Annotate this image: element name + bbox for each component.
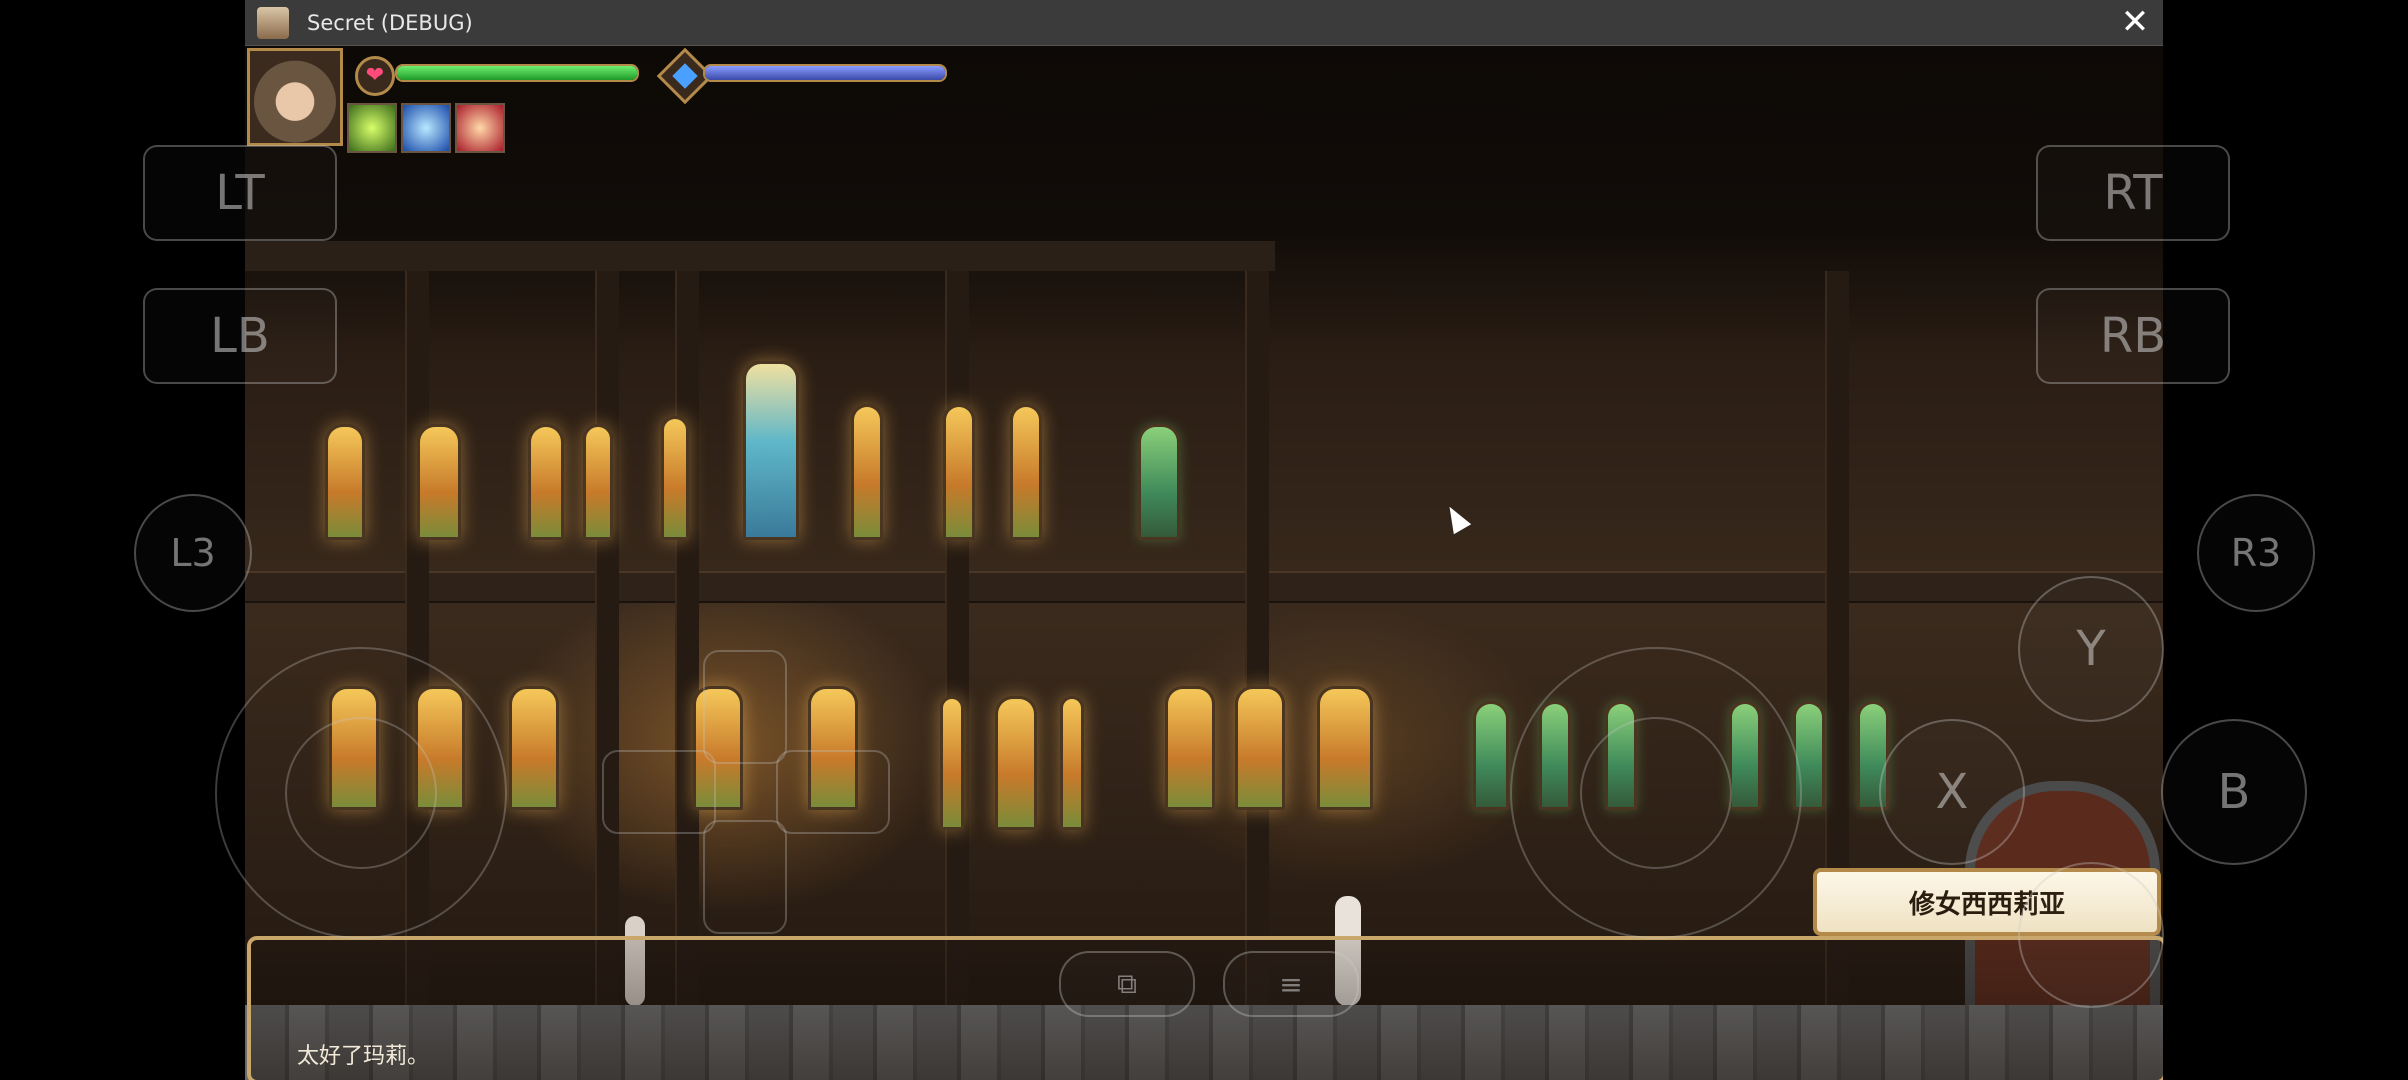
character-portrait: [247, 48, 343, 146]
hp-fill: [397, 66, 637, 80]
dpad-down[interactable]: [703, 820, 787, 934]
pillar: [945, 271, 969, 1031]
lb-button[interactable]: LB: [143, 288, 337, 384]
stained-window: [995, 696, 1037, 830]
dpad-up[interactable]: [703, 650, 787, 764]
stained-window: [743, 361, 799, 540]
rt-button[interactable]: RT: [2036, 145, 2230, 241]
stained-window: [940, 696, 964, 830]
hp-bar: [395, 64, 639, 82]
dialog-text: 太好了玛莉。: [297, 1044, 430, 1069]
close-icon[interactable]: ✕: [2117, 4, 2153, 40]
stained-window: [1235, 686, 1285, 810]
dialog-box: [247, 936, 2163, 1080]
pillar: [675, 271, 699, 1031]
stained-window: [1138, 424, 1180, 540]
lt-button[interactable]: LT: [143, 145, 337, 241]
stained-window: [325, 424, 365, 540]
skill-nature-icon: [347, 103, 397, 153]
stained-window: [509, 686, 559, 810]
view-button[interactable]: ⧉: [1059, 951, 1195, 1017]
dpad-left[interactable]: [602, 750, 716, 834]
stained-window: [417, 424, 461, 540]
mp-fill: [705, 66, 945, 80]
stained-window: [1473, 701, 1509, 810]
stained-window: [661, 416, 689, 540]
upper-balcony: [245, 241, 1275, 273]
right-joystick-knob[interactable]: [1580, 717, 1732, 869]
menu-icon: ≡: [1279, 967, 1303, 1001]
r3-button[interactable]: R3: [2197, 494, 2315, 612]
y-button[interactable]: Y: [2018, 576, 2164, 722]
stained-window: [528, 424, 564, 540]
pillar: [595, 271, 619, 1031]
pillar: [1245, 271, 1269, 1031]
rb-button[interactable]: RB: [2036, 288, 2230, 384]
a-button[interactable]: [2018, 862, 2164, 1008]
game-window: Secret (DEBUG) ✕ ❤ 修女西西莉亚 太好了玛莉。: [245, 0, 2163, 1080]
x-button[interactable]: X: [1879, 719, 2025, 865]
stained-window: [1060, 696, 1084, 830]
mp-bar: [703, 64, 947, 82]
stained-window: [851, 404, 883, 540]
b-button[interactable]: B: [2161, 719, 2307, 865]
app-icon: [257, 6, 289, 39]
heart-icon: ❤: [355, 56, 395, 96]
stained-window: [943, 404, 975, 540]
left-joystick-knob[interactable]: [285, 717, 437, 869]
stained-window: [1010, 404, 1042, 540]
skill-strike-icon: [455, 103, 505, 153]
window-title: Secret (DEBUG): [307, 10, 473, 35]
view-icon: ⧉: [1117, 967, 1137, 1000]
dpad-right[interactable]: [776, 750, 890, 834]
skill-water-icon: [401, 103, 451, 153]
title-bar: Secret (DEBUG) ✕: [245, 0, 2163, 46]
middle-ledge: [245, 571, 2163, 603]
stained-window: [1165, 686, 1215, 810]
l3-button[interactable]: L3: [134, 494, 252, 612]
stained-window: [583, 424, 613, 540]
menu-button[interactable]: ≡: [1223, 951, 1359, 1017]
stained-window: [1317, 686, 1373, 810]
